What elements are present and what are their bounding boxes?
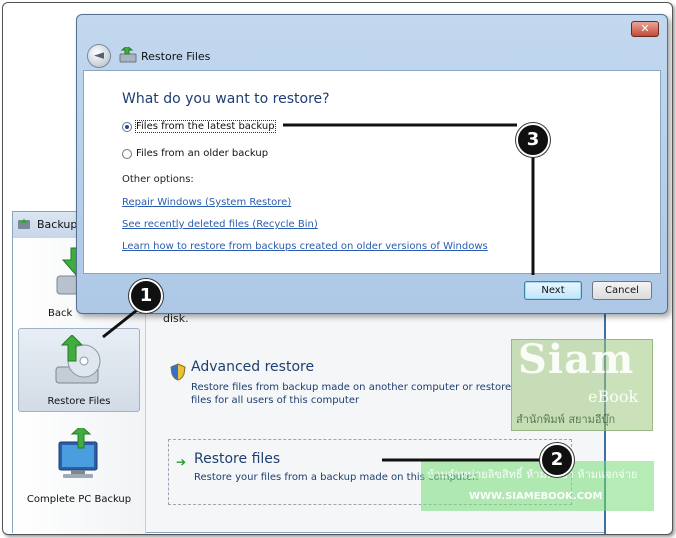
restore-files-title: Restore files [194, 451, 281, 467]
older-backups-help-link[interactable]: Learn how to restore from backups create… [122, 241, 488, 252]
radio-latest-label: Files from the latest backup [135, 120, 276, 133]
watermark-brand: Siam [518, 336, 635, 383]
recycle-bin-link[interactable]: See recently deleted files (Recycle Bin) [122, 219, 318, 230]
restore-files-icon [119, 47, 137, 63]
watermark-sub: eBook [588, 387, 639, 406]
watermark-logo: Siam eBook สำนักพิมพ์ สยามอีบุ๊ก [511, 336, 653, 431]
nav-complete-label: Complete PC Backup [26, 494, 132, 505]
restore-files-dialog: ✕ ◄ Restore Files What do you want to re… [76, 14, 668, 314]
watermark-thai-notice: ห้ามจำหน่ายลิขสิทธิ์ ห้ามทำซ้ำ ห้ามแจกจ่… [427, 468, 638, 481]
backup-window-title: Backup [37, 218, 78, 231]
nav-complete-pc-backup[interactable]: Complete PC Backup [18, 418, 140, 518]
dialog-title: Restore Files [141, 50, 211, 63]
complete-pc-icon [58, 428, 98, 478]
callout-1: 1 [129, 279, 163, 313]
restore-files-link[interactable]: Restore files [194, 451, 280, 467]
advanced-restore-title: Advanced restore [191, 359, 315, 375]
radio-button-selected[interactable] [122, 122, 132, 132]
illustration-frame: Backup Back Restore Files Complete PC Ba… [2, 2, 673, 535]
backup-app-icon [18, 219, 30, 229]
nav-restore-label: Restore Files [47, 396, 111, 407]
restore-disc-icon [55, 335, 101, 384]
close-icon: ✕ [640, 22, 650, 35]
other-options-label: Other options: [122, 174, 194, 185]
watermark-thai-publisher: สำนักพิมพ์ สยามอีบุ๊ก [516, 413, 616, 426]
advanced-restore-description: Restore files from backup made on anothe… [191, 382, 512, 406]
back-button[interactable]: ◄ [87, 44, 111, 68]
watermark-url: WWW.SIAMEBOOK.COM [469, 491, 603, 502]
radio-button[interactable] [122, 149, 132, 159]
callout-3: 3 [516, 123, 550, 157]
dialog-heading: What do you want to restore? [122, 91, 330, 107]
nav-restore-files[interactable]: Restore Files [18, 328, 140, 412]
close-button[interactable]: ✕ [631, 21, 659, 37]
callout-2: 2 [540, 443, 574, 477]
advanced-restore-link[interactable]: Advanced restore [191, 359, 314, 375]
system-restore-link[interactable]: Repair Windows (System Restore) [122, 197, 291, 208]
watermark-band: ห้ามจำหน่ายลิขสิทธิ์ ห้ามทำซ้ำ ห้ามแจกจ่… [421, 461, 654, 511]
back-arrow-icon: ◄ [94, 48, 104, 63]
cancel-button[interactable]: Cancel [592, 281, 652, 300]
radio-older-label: Files from an older backup [136, 148, 269, 159]
green-arrow-icon: ➔ [176, 455, 187, 469]
shield-icon [170, 363, 186, 381]
next-button[interactable]: Next [524, 281, 582, 300]
dialog-body: What do you want to restore? Files from … [83, 70, 661, 274]
